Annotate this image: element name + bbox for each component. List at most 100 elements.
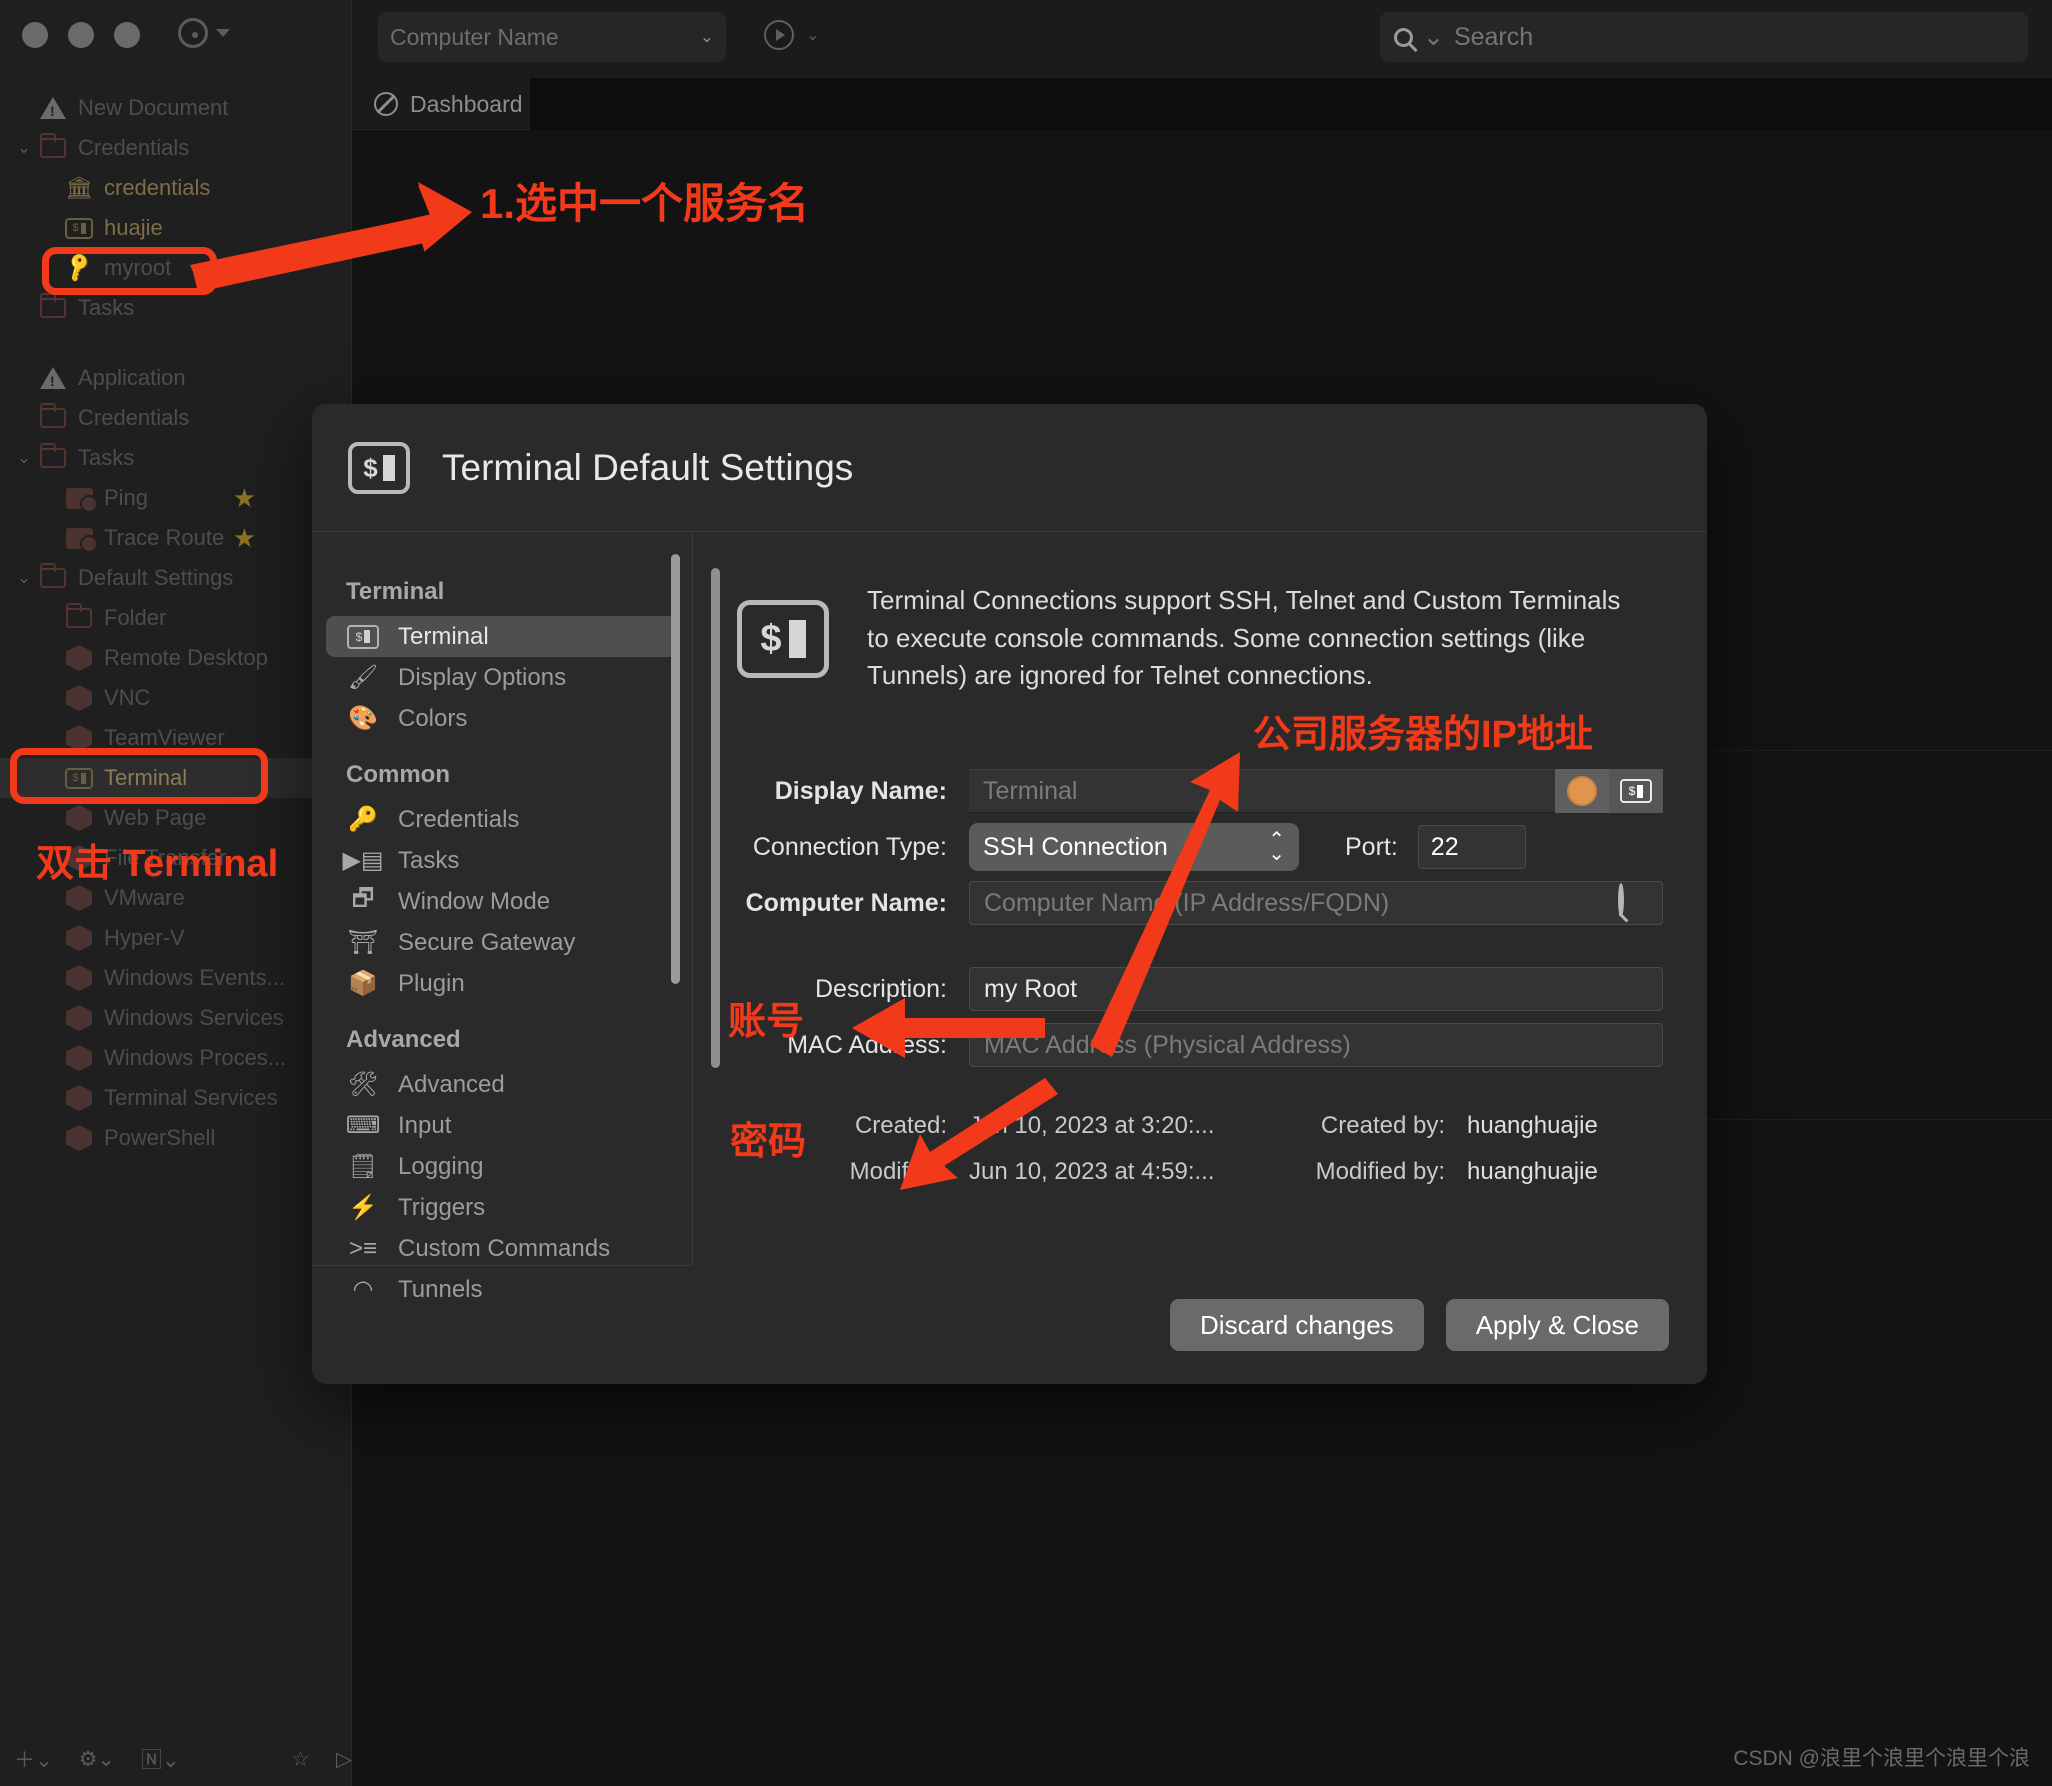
created-value: Jun 10, 2023 at 3:20:... xyxy=(969,1112,1215,1140)
nav-item-triggers[interactable]: ⚡ Triggers xyxy=(326,1187,678,1228)
discard-changes-button[interactable]: Discard changes xyxy=(1170,1299,1424,1351)
sidebar-item-remote-desktop[interactable]: › Remote Desktop xyxy=(0,638,352,678)
target-tool-button[interactable] xyxy=(178,18,230,48)
sidebar-item-trace-route[interactable]: › Trace Route ★ xyxy=(0,518,352,558)
keyboard-icon: ⌨ xyxy=(345,1112,381,1139)
chevron-down-icon[interactable]: ⌄ xyxy=(700,27,714,47)
chevron-down-icon[interactable]: ⌄ xyxy=(806,25,819,45)
sidebar-item-vnc[interactable]: › VNC xyxy=(0,678,352,718)
tree-group-application[interactable]: › Application xyxy=(0,358,352,398)
appearance-swatches[interactable]: $ xyxy=(1555,769,1663,814)
add-button[interactable]: ＋⌄ xyxy=(14,1744,53,1774)
created-by-label: Created by: xyxy=(1320,1112,1445,1140)
top-toolbar: Computer Name ⌄ ⌄ ⌄ Search xyxy=(352,0,2052,78)
computer-name-input[interactable]: Computer Name (IP Address/FQDN) xyxy=(969,881,1663,926)
sidebar-item-default-settings[interactable]: ⌄ Default Settings xyxy=(0,558,352,598)
sidebar-item-ping[interactable]: › Ping ★ xyxy=(0,478,352,518)
cube-icon xyxy=(66,1085,92,1111)
icon-picker-button[interactable]: $ xyxy=(1609,769,1663,813)
sidebar-item-windows-processes[interactable]: › Windows Proces... xyxy=(0,1038,352,1078)
window-traffic-lights[interactable] xyxy=(22,22,140,48)
close-button[interactable] xyxy=(22,22,48,48)
sidebar-item-huajie[interactable]: › $ huajie xyxy=(0,208,352,248)
chevron-down-icon[interactable]: ⌄ xyxy=(1423,22,1444,52)
task-icon: ▶▤ xyxy=(342,847,384,874)
tree-item-label: Remote Desktop xyxy=(104,645,268,670)
target-icon xyxy=(178,18,208,48)
annotation-password: 密码 xyxy=(730,1121,807,1163)
nav-item-custom-commands[interactable]: >≡ Custom Commands xyxy=(326,1228,678,1269)
tree-item-label: PowerShell xyxy=(104,1125,216,1150)
nav-item-plugin[interactable]: 📦 Plugin xyxy=(326,963,678,1004)
nav-item-secure-gateway[interactable]: ⛩ Secure Gateway xyxy=(326,922,678,963)
content-scrollbar[interactable] xyxy=(711,568,720,1068)
metadata-block: Created: Jun 10, 2023 at 3:20:... Create… xyxy=(737,1103,1663,1195)
play-icon[interactable]: ▷ xyxy=(336,1747,352,1772)
description-input[interactable]: my Root xyxy=(969,967,1663,1012)
lookup-button[interactable] xyxy=(1618,883,1652,920)
folder-icon xyxy=(39,293,66,318)
sidebar-item-hyper-v[interactable]: › Hyper-V xyxy=(0,918,352,958)
sidebar-item-windows-services[interactable]: › Windows Services xyxy=(0,998,352,1038)
search-icon xyxy=(1394,27,1413,47)
cube-icon xyxy=(66,1125,92,1151)
nav-item-terminal[interactable]: $ Terminal xyxy=(326,616,678,657)
tree-item-label: Folder xyxy=(104,605,167,630)
port-input[interactable]: 22 xyxy=(1417,825,1526,870)
sidebar-item-windows-events[interactable]: › Windows Events... xyxy=(0,958,352,998)
folder-icon xyxy=(39,133,66,158)
nav-item-window-mode[interactable]: 🗗 Window Mode xyxy=(326,881,678,922)
twisty-icon[interactable]: ⌄ xyxy=(12,138,36,158)
notification-icon[interactable]: 🄽⌄ xyxy=(141,1744,180,1774)
nav-item-label: Advanced xyxy=(398,1070,505,1098)
zoom-button[interactable] xyxy=(114,22,140,48)
tab-dashboard[interactable]: Dashboard xyxy=(374,78,523,130)
cube-icon xyxy=(66,965,92,991)
favorite-star-icon[interactable]: ★ xyxy=(233,523,256,554)
annotation-highlight-myroot xyxy=(42,247,217,295)
cube-icon xyxy=(66,645,92,671)
nav-item-colors[interactable]: 🎨 Colors xyxy=(326,698,678,739)
gear-icon[interactable]: ⚙⌄ xyxy=(79,1747,115,1772)
tools-icon: 🛠 xyxy=(347,1071,379,1098)
nav-scrollbar[interactable] xyxy=(671,554,680,984)
sidebar-item-credentials-folder[interactable]: ⌄ Credentials xyxy=(0,128,352,168)
computer-name-placeholder: Computer Name (IP Address/FQDN) xyxy=(984,888,1390,917)
nav-item-logging[interactable]: 🗒 Logging xyxy=(326,1146,678,1187)
minimize-button[interactable] xyxy=(68,22,94,48)
nav-item-label: Secure Gateway xyxy=(398,928,576,956)
nav-item-advanced[interactable]: 🛠 Advanced xyxy=(326,1064,678,1105)
nav-item-credentials[interactable]: 🔑 Credentials xyxy=(326,799,678,840)
tree-item-label: Tasks xyxy=(78,445,135,470)
play-icon[interactable] xyxy=(764,20,794,50)
sidebar-item-folder[interactable]: › Folder xyxy=(0,598,352,638)
twisty-icon[interactable]: ⌄ xyxy=(12,448,36,468)
color-swatch-button[interactable] xyxy=(1555,769,1609,814)
nav-item-display-options[interactable]: 🖌 Display Options xyxy=(326,657,678,698)
annotation-account: 账号 xyxy=(728,1001,805,1043)
nav-item-input[interactable]: ⌨ Input xyxy=(326,1105,678,1146)
favorite-star-icon[interactable]: ★ xyxy=(233,483,256,514)
sidebar-item-app-tasks[interactable]: ⌄ Tasks xyxy=(0,438,352,478)
connection-type-select[interactable]: SSH Connection ⌃ ⌄ xyxy=(969,823,1299,872)
task-icon xyxy=(65,487,98,513)
apply-and-close-button[interactable]: Apply & Close xyxy=(1445,1299,1669,1351)
mac-address-input[interactable]: MAC Address (Physical Address) xyxy=(969,1023,1663,1068)
display-name-label: Display Name: xyxy=(774,776,947,805)
twisty-icon[interactable]: ⌄ xyxy=(12,568,36,588)
favorites-star-icon[interactable]: ☆ xyxy=(291,1747,310,1772)
display-name-input[interactable]: Terminal xyxy=(969,769,1555,814)
cube-icon xyxy=(66,925,92,951)
brush-icon: 🖌 xyxy=(347,664,379,691)
sidebar-item-powershell[interactable]: › PowerShell xyxy=(0,1118,352,1158)
tree-item-label: Credentials xyxy=(78,405,190,430)
computer-name-quick-connect[interactable]: Computer Name ⌄ xyxy=(378,12,726,62)
tree-group-new-document[interactable]: › New Document xyxy=(0,88,352,128)
sidebar-item-terminal-services[interactable]: › Terminal Services xyxy=(0,1078,352,1118)
search-input[interactable]: ⌄ Search xyxy=(1380,12,2028,62)
sidebar-item-credentials[interactable]: › 🏛 credentials xyxy=(0,168,352,208)
nav-item-tasks[interactable]: ▶▤ Tasks xyxy=(326,840,678,881)
quick-connect-run[interactable]: ⌄ xyxy=(764,20,819,50)
sidebar-item-app-credentials[interactable]: › Credentials xyxy=(0,398,352,438)
chevron-down-icon xyxy=(216,29,230,37)
